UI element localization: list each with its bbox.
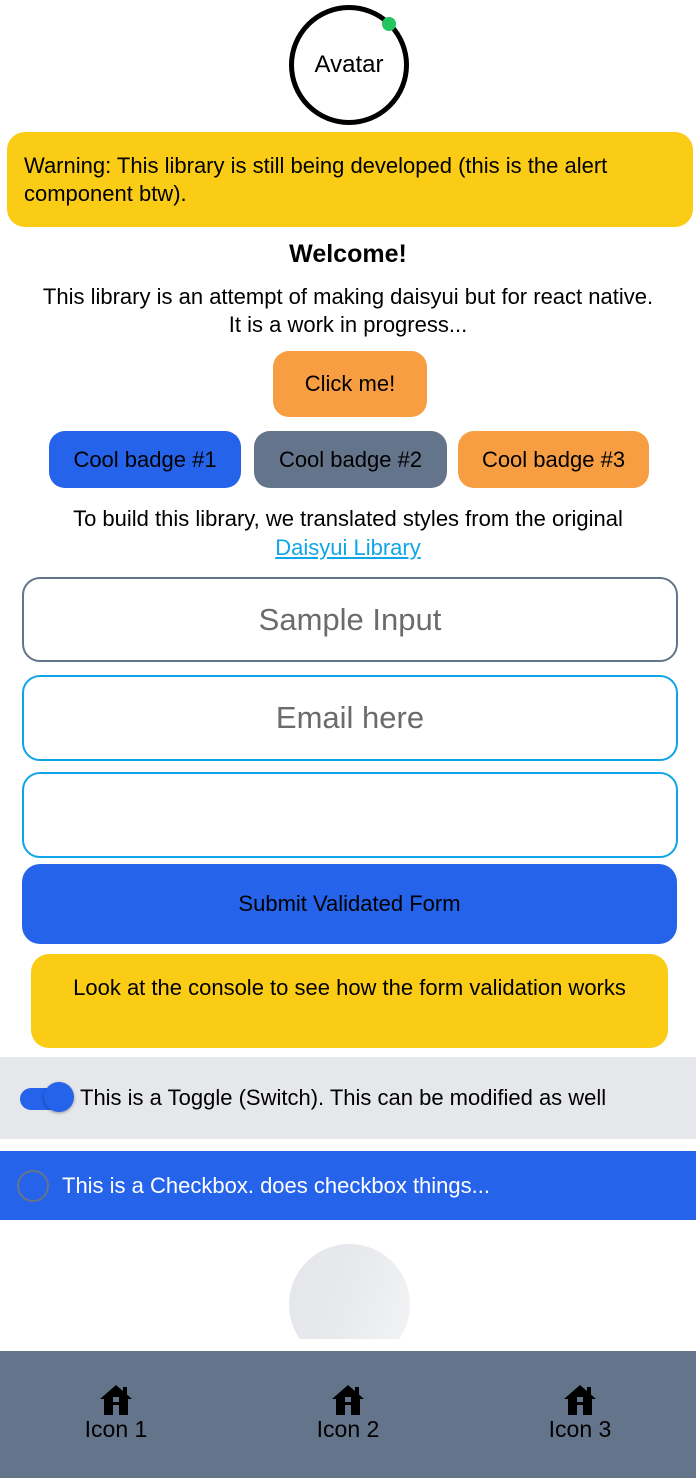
welcome-text: This library is an attempt of making dai… bbox=[42, 284, 654, 337]
badge-1: Cool badge #1 bbox=[49, 431, 241, 488]
badge-label: Cool badge #3 bbox=[481, 446, 626, 472]
toggle-switch[interactable] bbox=[20, 1082, 74, 1112]
badge-label: Cool badge #1 bbox=[73, 446, 217, 472]
nav-label: Icon 1 bbox=[84, 1416, 148, 1442]
welcome-title: Welcome! bbox=[289, 240, 407, 268]
toggle-label: This is a Toggle (Switch). This can be m… bbox=[80, 1085, 607, 1110]
click-me-button[interactable]: Click me! bbox=[273, 351, 427, 417]
home-icon bbox=[100, 1385, 132, 1415]
validated-input[interactable] bbox=[22, 772, 678, 858]
badge-3: Cool badge #3 bbox=[458, 431, 649, 488]
home-icon bbox=[332, 1385, 364, 1415]
sample-input[interactable] bbox=[22, 577, 678, 662]
submit-validated-form-button[interactable]: Submit Validated Form bbox=[22, 864, 677, 944]
skeleton-placeholder bbox=[289, 1244, 410, 1339]
checkbox[interactable] bbox=[17, 1169, 49, 1202]
nav-label: Icon 3 bbox=[548, 1416, 612, 1442]
online-status-dot bbox=[382, 17, 396, 31]
nav-item-3[interactable]: Icon 3 bbox=[464, 1351, 696, 1478]
build-text: To build this library, we translated sty… bbox=[73, 506, 623, 531]
nav-item-1[interactable]: Icon 1 bbox=[0, 1351, 232, 1478]
checkbox-label: This is a Checkbox. does checkbox things… bbox=[62, 1172, 490, 1198]
avatar: Avatar bbox=[289, 5, 409, 125]
badge-label: Cool badge #2 bbox=[278, 446, 423, 472]
warning-alert: Warning: This library is still being dev… bbox=[7, 132, 693, 227]
daisyui-link[interactable]: Daisyui Library bbox=[275, 535, 421, 560]
console-note-alert: Look at the console to see how the form … bbox=[31, 954, 668, 1048]
checkbox-row: This is a Checkbox. does checkbox things… bbox=[0, 1151, 696, 1220]
nav-item-2[interactable]: Icon 2 bbox=[232, 1351, 464, 1478]
avatar-label: Avatar bbox=[314, 51, 384, 78]
toggle-thumb bbox=[44, 1082, 74, 1112]
console-note-text: Look at the console to see how the form … bbox=[73, 975, 626, 1000]
badge-2: Cool badge #2 bbox=[254, 431, 447, 488]
toggle-row: This is a Toggle (Switch). This can be m… bbox=[0, 1057, 696, 1139]
nav-label: Icon 2 bbox=[316, 1416, 380, 1442]
daisyui-link-row: Daisyui Library bbox=[0, 535, 696, 561]
alert-text: Warning: This library is still being dev… bbox=[24, 153, 608, 206]
bottom-navigation: Icon 1 Icon 2 Icon 3 bbox=[0, 1351, 696, 1478]
email-input[interactable] bbox=[22, 675, 678, 761]
skeleton-circle bbox=[289, 1244, 410, 1339]
home-icon bbox=[564, 1385, 596, 1415]
